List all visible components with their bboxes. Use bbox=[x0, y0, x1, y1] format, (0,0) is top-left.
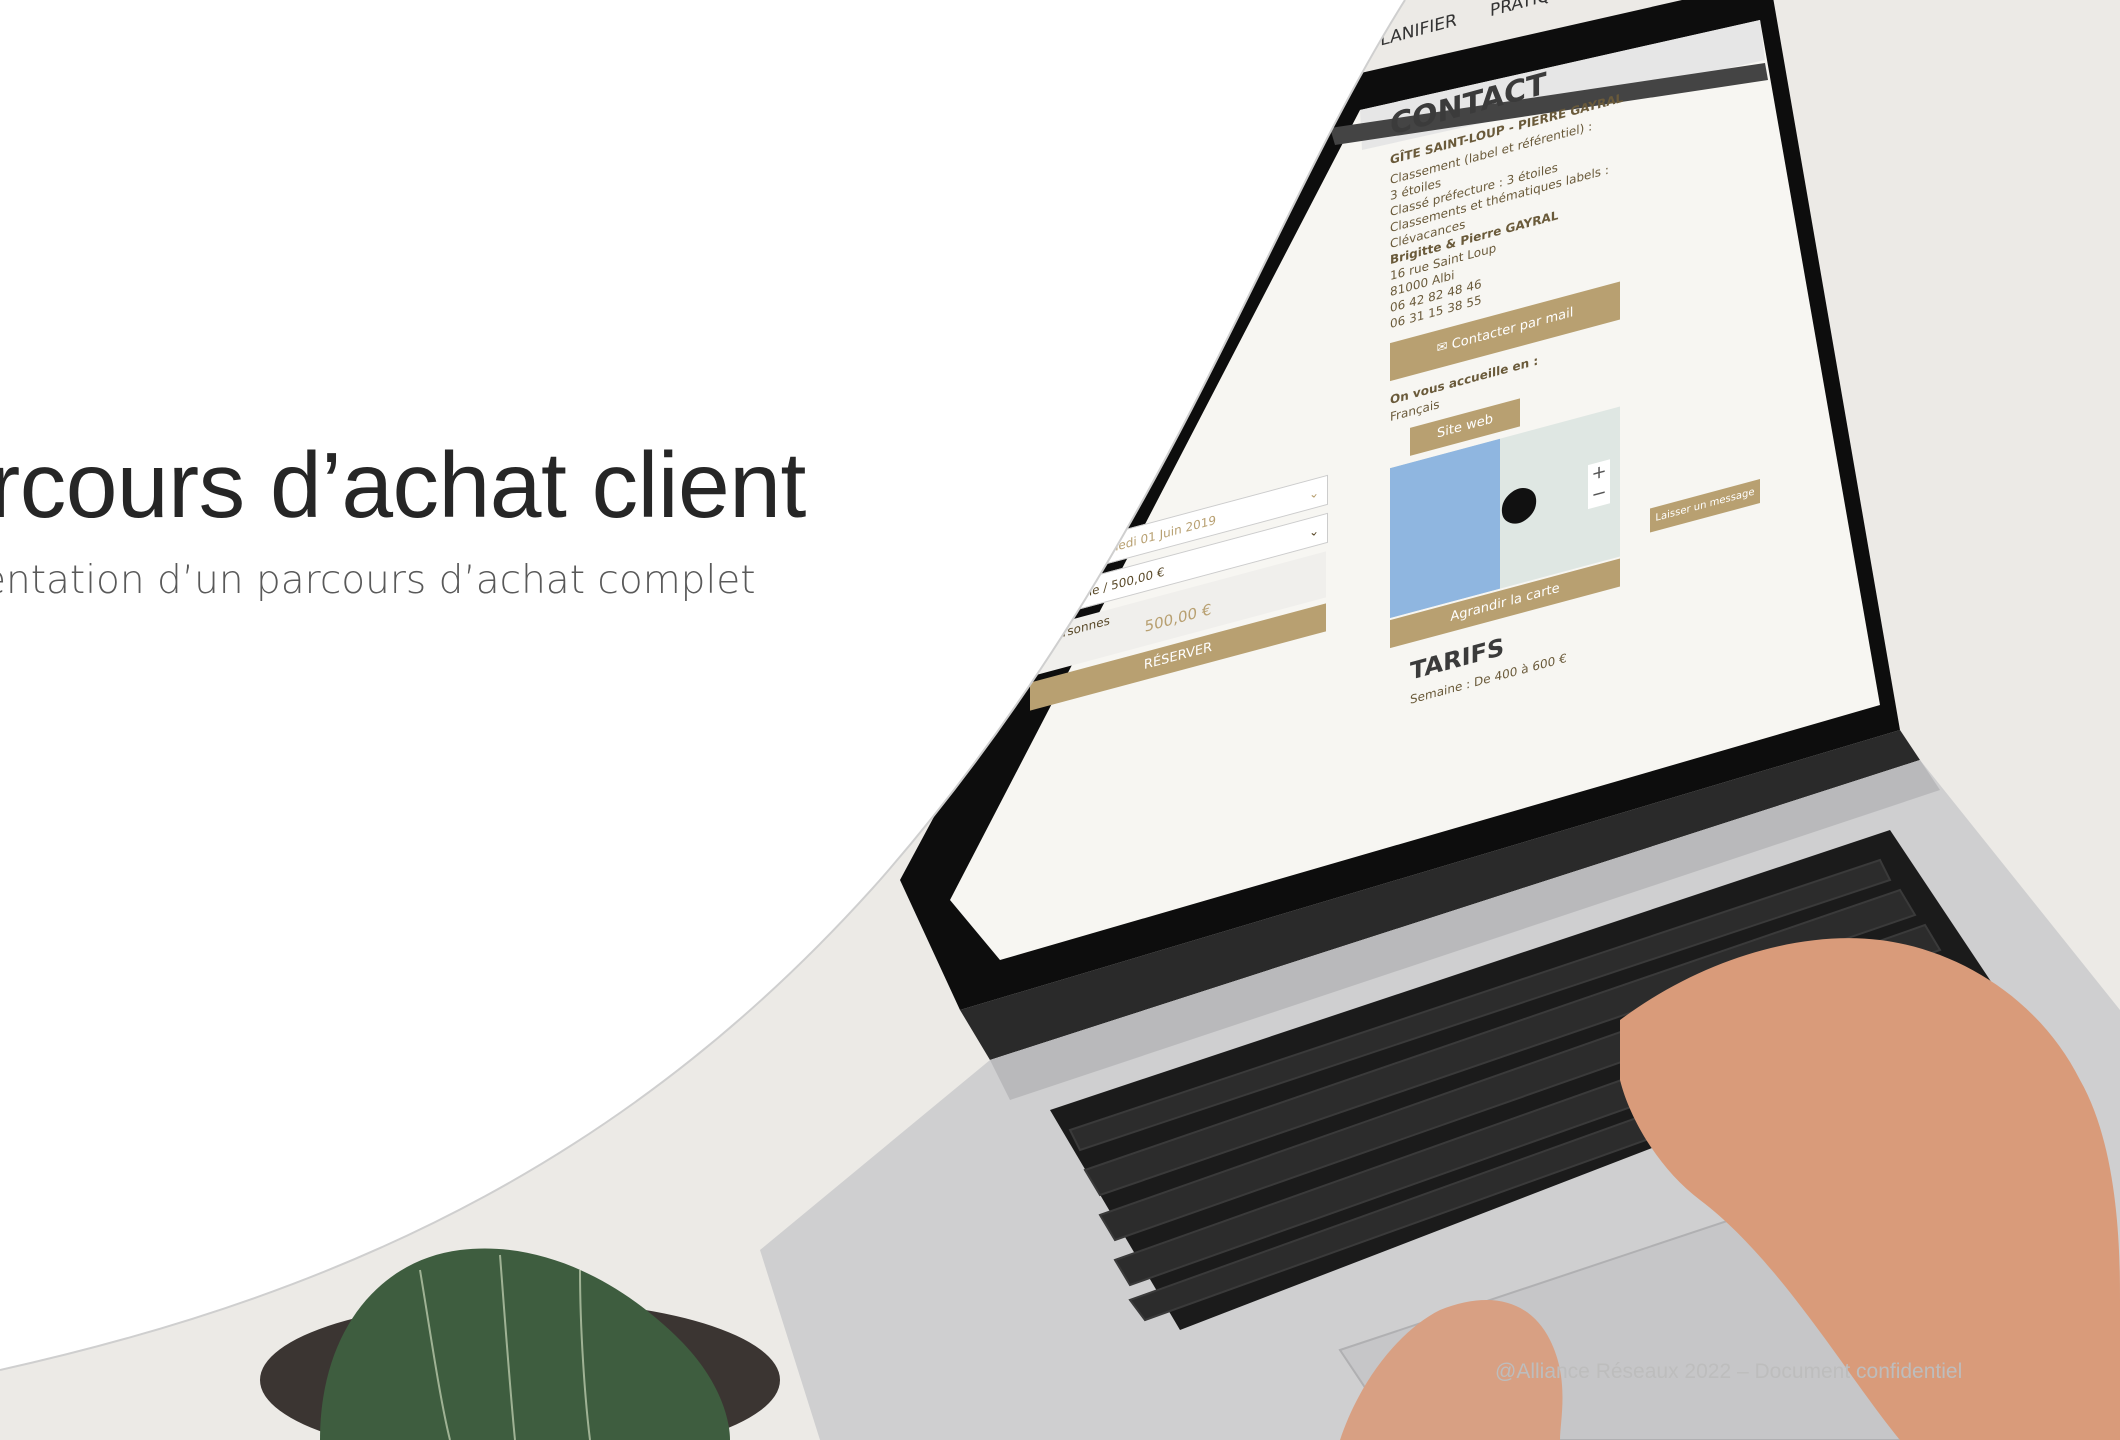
slide: PLANIFIER PRATIQUE ⌕ 🛒 CONTACT GÎTE SAIN… bbox=[0, 0, 2120, 1440]
footer-copyright: @Alliance Réseaux 2022 – Document confid… bbox=[1495, 1360, 1963, 1383]
slide-subtitle: entation d’un parcours d’achat complet bbox=[0, 558, 756, 603]
white-curve-overlay bbox=[0, 0, 1406, 1371]
slide-title: arcours d’achat client bbox=[0, 433, 806, 537]
